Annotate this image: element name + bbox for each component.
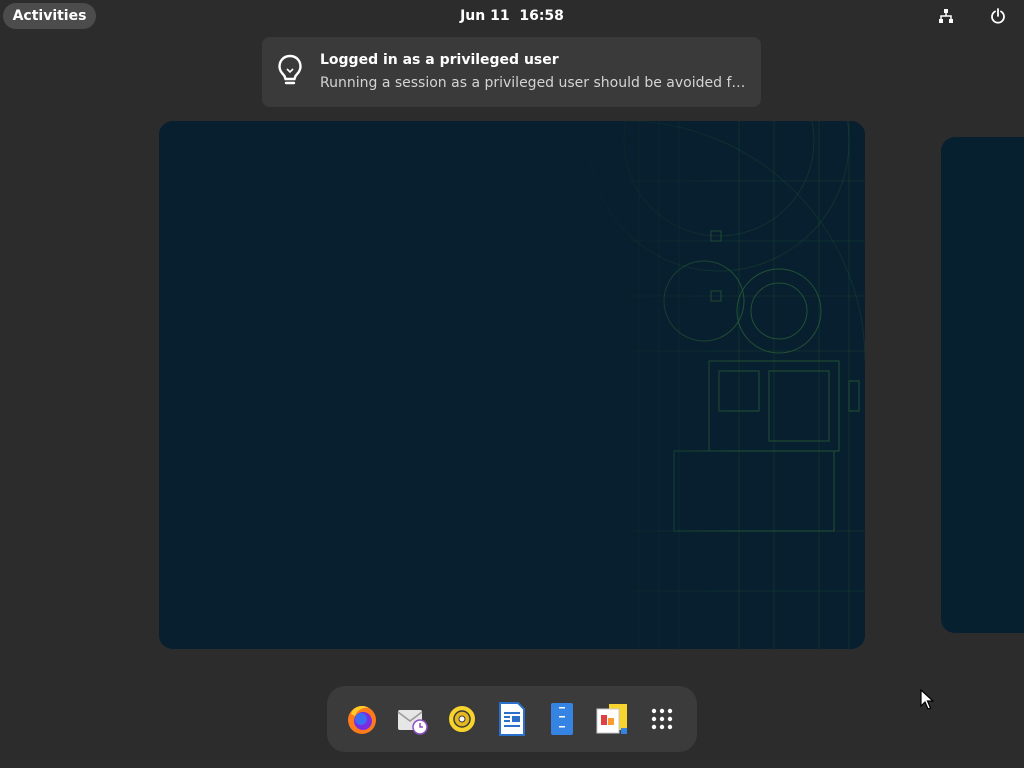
text-editor-icon[interactable] (542, 699, 582, 739)
lightbulb-icon (278, 54, 302, 85)
date-time-clock[interactable]: Jun 11 16:58 (460, 8, 564, 24)
network-icon[interactable] (936, 6, 956, 26)
notification-title: Logged in as a privileged user (320, 52, 559, 68)
dash (327, 686, 697, 752)
evolution-mail-icon[interactable] (392, 699, 432, 739)
mouse-cursor-icon (920, 689, 934, 710)
top-bar: Activities Jun 11 16:58 (0, 0, 1024, 32)
workspace-thumbnail-next[interactable] (941, 137, 1024, 633)
blueprint-wallpaper (159, 121, 865, 649)
power-icon[interactable] (988, 6, 1008, 26)
workspace-thumbnail-current[interactable] (159, 121, 865, 649)
clock-area: Jun 11 16:58 (0, 0, 1024, 32)
notification-banner[interactable]: Logged in as a privileged user Running a… (262, 37, 761, 107)
activities-button[interactable]: Activities (3, 3, 96, 29)
show-apps-icon[interactable] (642, 699, 682, 739)
desktop-overview: Activities Jun 11 16:58 Logged in as a p… (0, 0, 1024, 768)
notification-body: Running a session as a privileged user s… (320, 75, 750, 91)
libreoffice-writer-icon[interactable] (492, 699, 532, 739)
libreoffice-impress-icon[interactable] (592, 699, 632, 739)
rhythmbox-icon[interactable] (442, 699, 482, 739)
firefox-icon[interactable] (342, 699, 382, 739)
